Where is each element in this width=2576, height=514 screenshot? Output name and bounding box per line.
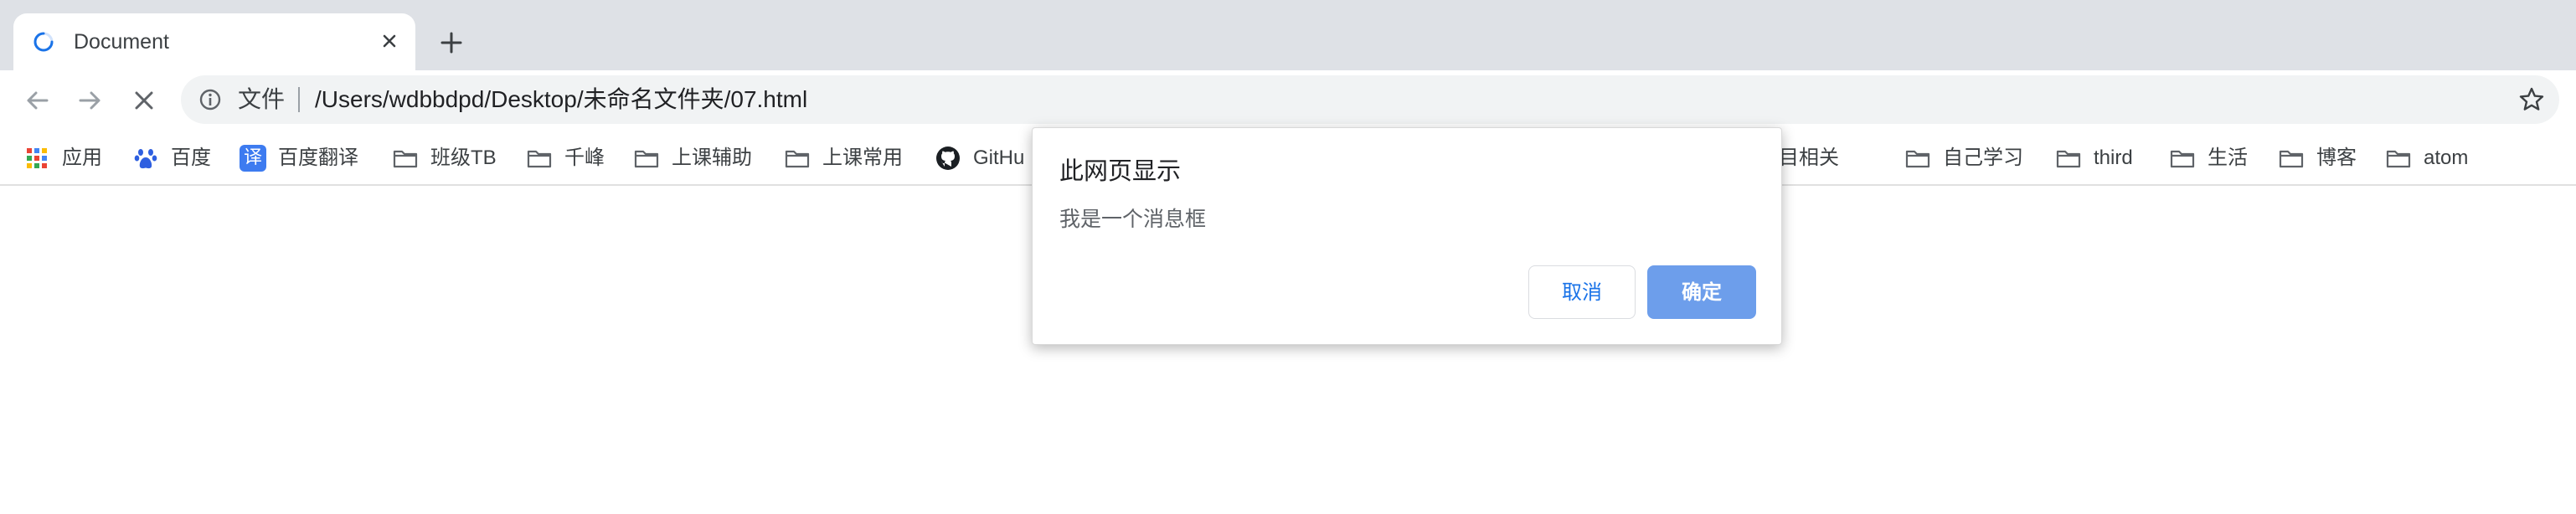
dialog-message: 我是一个消息框	[1059, 208, 1207, 231]
bookmark-github[interactable]: GitHu	[935, 139, 1024, 177]
baidu-paw-icon	[134, 149, 157, 169]
bookmark-folder-qianfeng[interactable]: 千峰	[526, 139, 605, 177]
omnibox-divider	[298, 87, 300, 112]
close-icon[interactable]	[375, 27, 404, 55]
scheme-label: 文件	[238, 86, 286, 112]
bookmark-label: third	[2094, 146, 2133, 169]
url-text[interactable]: /Users/wdbbdpd/Desktop/未命名文件夹/07.html	[315, 85, 807, 114]
toolbar: 文件 /Users/wdbbdpd/Desktop/未命名文件夹/07.html	[0, 70, 2576, 131]
bookmark-label: 生活	[2208, 146, 2248, 169]
folder-icon	[1905, 150, 1930, 168]
github-icon	[936, 146, 960, 170]
bookmark-label: GitHu	[973, 146, 1025, 169]
bookmark-folder-atom[interactable]: atom	[2385, 139, 2468, 177]
bookmark-label: 自己学习	[1943, 146, 2023, 169]
bookmark-folder-shangke-fuzhu[interactable]: 上课辅助	[633, 139, 752, 177]
bookmark-baidu-fanyi[interactable]: 译 百度翻译	[240, 139, 358, 177]
bookmark-label: 千峰	[564, 146, 605, 169]
bookmark-folder-third[interactable]: third	[2055, 139, 2133, 177]
stop-icon[interactable]	[127, 84, 161, 117]
address-bar[interactable]: 文件 /Users/wdbbdpd/Desktop/未命名文件夹/07.html	[181, 75, 2559, 124]
forward-arrow-icon[interactable]	[74, 84, 107, 117]
alert-dialog: 此网页显示 我是一个消息框 取消 确定	[1032, 127, 1782, 345]
back-arrow-icon[interactable]	[20, 84, 54, 117]
bookmark-label: 百度翻译	[278, 146, 358, 169]
folder-icon	[2170, 150, 2195, 168]
tab-title: Document	[74, 30, 169, 54]
bookmark-label: 班级TB	[430, 146, 497, 169]
dialog-title: 此网页显示	[1059, 158, 1182, 185]
apps-grid-icon	[27, 148, 47, 168]
folder-icon	[2279, 150, 2304, 168]
translate-icon: 译	[240, 145, 266, 172]
star-icon[interactable]	[2517, 85, 2546, 114]
info-icon[interactable]	[198, 87, 223, 112]
bookmark-folder-ziji-xuexi[interactable]: 自己学习	[1904, 139, 2023, 177]
bookmark-label: 博客	[2316, 146, 2357, 169]
bookmark-folder-shenghuo[interactable]: 生活	[2169, 139, 2248, 177]
folder-icon	[527, 150, 552, 168]
bookmark-baidu[interactable]: 百度	[132, 139, 211, 177]
bookmark-label: 上课辅助	[672, 146, 752, 169]
bookmark-folder-boke[interactable]: 博客	[2278, 139, 2357, 177]
bookmark-apps[interactable]: 应用	[23, 139, 102, 177]
tab-document[interactable]: Document	[13, 13, 415, 70]
bookmark-folder-shangke-changyong[interactable]: 上课常用	[784, 139, 903, 177]
folder-icon	[634, 150, 659, 168]
bookmark-label: atom	[2424, 146, 2469, 169]
tab-strip: Document	[0, 0, 2576, 70]
bookmark-label: 应用	[62, 146, 102, 169]
folder-icon	[785, 150, 810, 168]
bookmark-label: 上课常用	[822, 146, 903, 169]
folder-icon	[2386, 150, 2411, 168]
folder-icon	[393, 150, 418, 168]
bookmark-label: 百度	[171, 146, 211, 169]
bookmark-folder-banji-tb[interactable]: 班级TB	[392, 139, 497, 177]
folder-icon	[2056, 150, 2081, 168]
loading-spinner-icon	[33, 32, 54, 52]
plus-icon[interactable]	[434, 25, 469, 60]
ok-button[interactable]: 确定	[1647, 265, 1756, 319]
cancel-button[interactable]: 取消	[1528, 265, 1636, 319]
